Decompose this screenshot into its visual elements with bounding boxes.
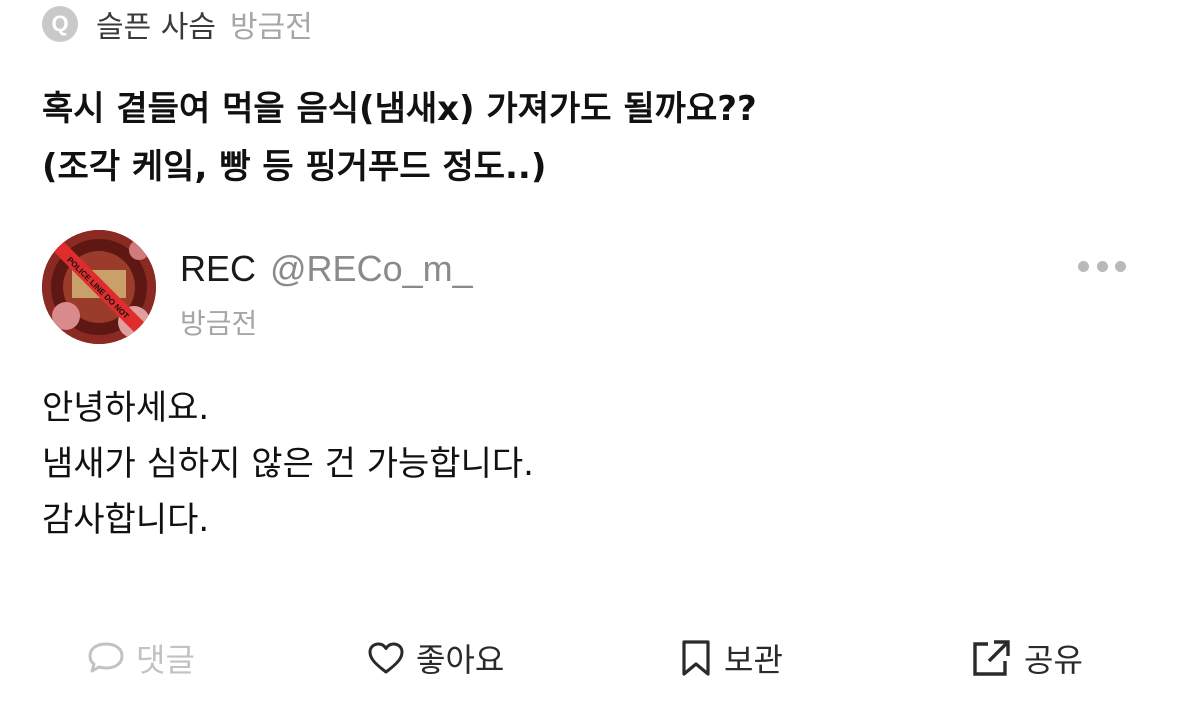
answer-line: 안녕하세요. xyxy=(42,388,210,428)
answer-line: 냄새가 심하지 않은 건 가능합니다. xyxy=(42,444,534,484)
share-icon xyxy=(973,640,1010,676)
more-dots-icon[interactable] xyxy=(1078,256,1126,276)
comment-button[interactable]: 댓글 xyxy=(86,630,195,686)
comment-label: 댓글 xyxy=(136,641,195,679)
save-button[interactable]: 보관 xyxy=(678,630,783,686)
answer-name[interactable]: REC xyxy=(180,248,256,290)
question-text: 혹시 곁들여 먹을 음식(냄새x) 가져가도 될까요?? (조각 케잌, 빵 등… xyxy=(42,80,1142,196)
save-label: 보관 xyxy=(724,641,783,679)
question-time: 방금전 xyxy=(229,10,313,45)
answer-handle[interactable]: @RECo_m_ xyxy=(270,248,473,290)
question-badge: Q xyxy=(42,6,78,42)
like-button[interactable]: 좋아요 xyxy=(366,630,504,686)
answer-meta: REC @RECo_m_ 방금전 xyxy=(180,248,473,342)
like-label: 좋아요 xyxy=(416,641,505,679)
qa-post: Q 슬픈 사슴 방금전 혹시 곁들여 먹을 음식(냄새x) 가져가도 될까요??… xyxy=(0,0,1179,725)
avatar[interactable]: POLICE LINE DO NOT xyxy=(42,230,156,344)
answer-time: 방금전 xyxy=(180,307,258,340)
answer-text: 안녕하세요. 냄새가 심하지 않은 건 가능합니다. 감사합니다. xyxy=(42,380,1042,548)
heart-icon xyxy=(368,642,404,674)
answer-line: 감사합니다. xyxy=(42,500,210,540)
speech-bubble-icon xyxy=(88,642,124,673)
bookmark-icon xyxy=(682,640,710,676)
action-bar: 댓글 좋아요 보관 공유 xyxy=(0,630,1179,686)
question-line: (조각 케잌, 빵 등 핑거푸드 정도..) xyxy=(42,147,547,187)
share-button[interactable]: 공유 xyxy=(970,630,1083,686)
question-line: 혹시 곁들여 먹을 음식(냄새x) 가져가도 될까요?? xyxy=(42,89,757,129)
share-label: 공유 xyxy=(1024,641,1083,679)
question-header: Q 슬픈 사슴 방금전 xyxy=(42,2,313,46)
question-author[interactable]: 슬픈 사슴 xyxy=(96,2,216,46)
avatar-image: POLICE LINE DO NOT xyxy=(42,230,156,344)
